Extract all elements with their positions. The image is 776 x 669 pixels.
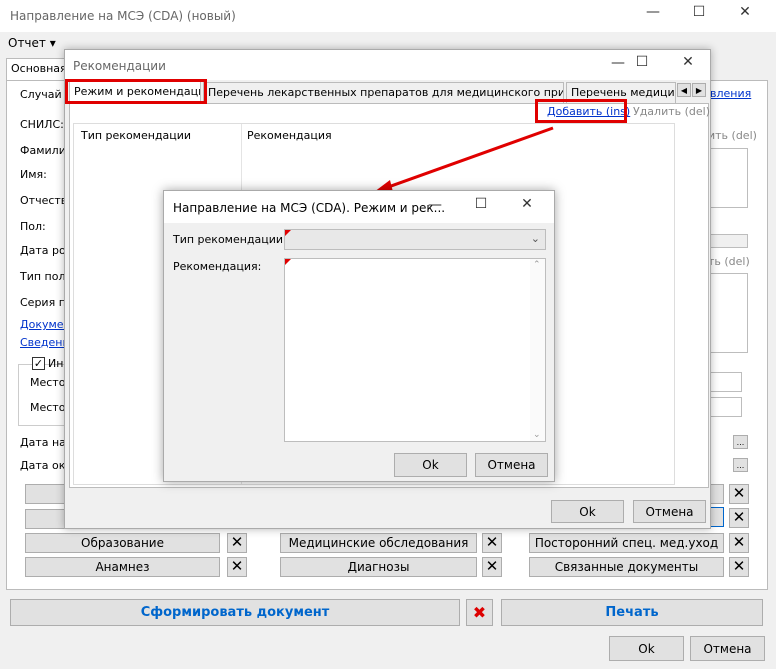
diagnoses-button[interactable]: Диагнозы [280, 557, 477, 577]
scrollbar[interactable]: ⌃ ⌄ [530, 259, 545, 441]
type-select[interactable]: ⌄ [284, 229, 546, 250]
link-info[interactable]: Сведени [20, 336, 70, 349]
tab-main[interactable]: Основная [6, 58, 68, 80]
scroll-down-icon[interactable]: ⌄ [533, 430, 541, 440]
print-button[interactable]: Печать [501, 599, 763, 626]
dlg-ok-button[interactable]: Ok [394, 453, 467, 477]
chevron-down-icon: ⌄ [530, 232, 540, 245]
recommendation-dialog: Направление на МСЭ (CDA). Режим и рек...… [163, 190, 555, 482]
right-delete-1[interactable]: ить (del) [708, 129, 757, 142]
main-title: Направление на МСЭ (CDA) (новый) [10, 9, 236, 23]
dlg-cancel-button[interactable]: Отмена [475, 453, 548, 477]
label-snils: СНИЛС: [20, 118, 64, 131]
label-place-1: Место [30, 376, 66, 389]
highlight-tab [65, 79, 207, 104]
required-marker-icon [285, 230, 291, 236]
tab-medications-label: Перечень лекарственных препаратов для ме… [208, 86, 563, 99]
remove-care-icon[interactable]: ✕ [729, 533, 749, 553]
maximize-icon[interactable]: ☐ [458, 196, 504, 212]
checkbox-label: Ин [48, 357, 64, 370]
menu-report-label: Отчет [8, 36, 46, 50]
related-docs-button[interactable]: Связанные документы [529, 557, 724, 577]
label-gender: Пол: [20, 220, 46, 233]
date-start-picker[interactable]: ... [733, 435, 748, 449]
care-button[interactable]: Посторонний спец. мед.уход [529, 533, 724, 553]
label-place-2: Место [30, 401, 66, 414]
link-right[interactable]: вления [710, 87, 751, 100]
tab-main-label: Основная [11, 62, 67, 75]
minimize-icon[interactable]: — [630, 4, 676, 20]
column-type: Тип рекомендации [81, 129, 192, 142]
maximize-icon[interactable]: ☐ [619, 54, 665, 70]
tab-medications[interactable]: Перечень лекарственных препаратов для ме… [203, 82, 564, 104]
main-ok-button[interactable]: Ok [609, 636, 684, 661]
scroll-up-icon[interactable]: ⌃ [533, 260, 541, 270]
delete-document-icon[interactable]: ✖ [466, 599, 493, 626]
remove-icon[interactable]: ✕ [729, 508, 749, 528]
medical-exams-button[interactable]: Медицинские обследования [280, 533, 477, 553]
delete-link[interactable]: Удалить (del) [633, 105, 710, 118]
recommendation-label: Рекомендация: [173, 260, 262, 273]
type-label: Тип рекомендации: [173, 233, 287, 246]
right-list-1 [708, 148, 748, 208]
arrow-line [379, 126, 554, 192]
recommendation-textarea[interactable]: ⌃ ⌄ [284, 258, 546, 442]
tab-scroll-left-icon[interactable]: ◀ [677, 83, 691, 97]
menu-report[interactable]: Отчет ▾ [8, 36, 56, 50]
right-field-place-2[interactable] [708, 397, 742, 417]
remove-anamnesis-icon[interactable]: ✕ [227, 557, 247, 577]
maximize-icon[interactable]: ☐ [676, 4, 722, 20]
close-icon[interactable]: ✕ [504, 196, 550, 212]
rec-cancel-button[interactable]: Отмена [633, 500, 706, 523]
remove-related-docs-icon[interactable]: ✕ [729, 557, 749, 577]
main-titlebar: Направление на МСЭ (CDA) (новый) — ☐ ✕ [0, 0, 776, 32]
remove-medical-exams-icon[interactable]: ✕ [482, 533, 502, 553]
right-field-birthdate [708, 234, 748, 248]
tab-medical-label: Перечень медицинс [571, 86, 675, 99]
main-cancel-button[interactable]: Отмена [690, 636, 765, 661]
right-list-2 [708, 273, 748, 353]
anamnesis-button[interactable]: Анамнез [25, 557, 220, 577]
right-field-place-1[interactable] [708, 372, 742, 392]
close-icon[interactable]: ✕ [665, 54, 711, 70]
label-name: Имя: [20, 168, 47, 181]
minimize-icon[interactable]: — [412, 197, 458, 213]
dlg-title: Направление на МСЭ (CDA). Режим и рек... [173, 201, 446, 215]
education-button[interactable]: Образование [25, 533, 220, 553]
required-marker-icon [285, 259, 291, 265]
checkbox[interactable]: ✓ [32, 357, 45, 370]
address-group [18, 364, 68, 426]
column-recommendation: Рекомендация [247, 129, 332, 142]
arrow-icon [374, 126, 554, 192]
remove-diagnoses-icon[interactable]: ✕ [482, 557, 502, 577]
rec-titlebar: Рекомендации — ☐ ✕ [65, 50, 710, 80]
dlg-titlebar: Направление на МСЭ (CDA). Режим и рек...… [164, 191, 554, 223]
close-icon[interactable]: ✕ [722, 4, 768, 20]
rec-ok-button[interactable]: Ok [551, 500, 624, 523]
form-document-button[interactable]: Сформировать документ [10, 599, 460, 626]
remove-education-icon[interactable]: ✕ [227, 533, 247, 553]
remove-icon[interactable]: ✕ [729, 484, 749, 504]
tab-scroll-right-icon[interactable]: ▶ [692, 83, 706, 97]
rec-title: Рекомендации [73, 59, 166, 73]
date-end-picker[interactable]: ... [733, 458, 748, 472]
right-delete-2[interactable]: ть (del) [708, 255, 750, 268]
